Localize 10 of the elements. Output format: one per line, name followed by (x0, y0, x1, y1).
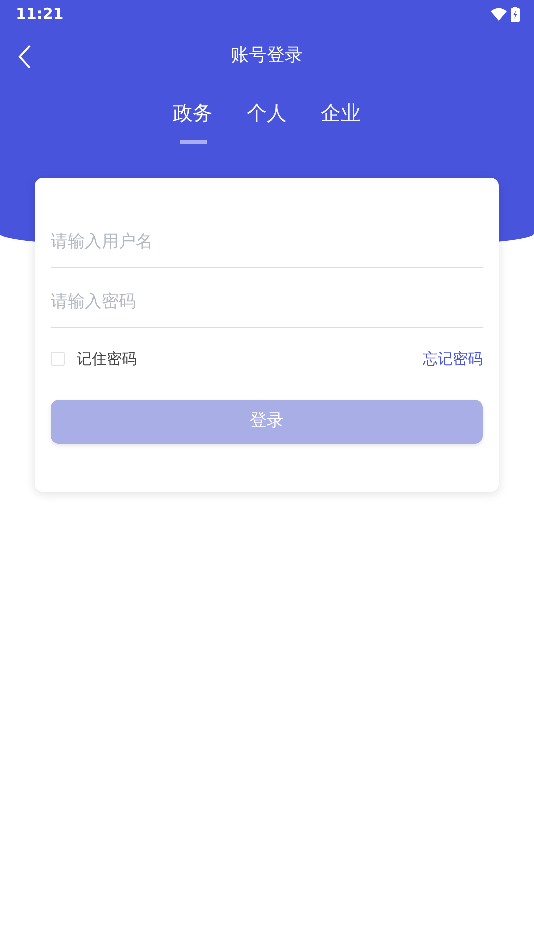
tab[interactable]: 个人 (247, 98, 287, 144)
remember-checkbox[interactable] (51, 352, 65, 366)
forgot-password-link[interactable]: 忘记密码 (423, 348, 483, 370)
status-time: 11:21 (16, 4, 64, 25)
tab[interactable]: 政务 (173, 98, 213, 144)
battery-icon (511, 6, 520, 22)
page-title: 账号登录 (231, 44, 303, 68)
remember-label: 记住密码 (77, 349, 137, 370)
wifi-icon (491, 8, 507, 20)
tab[interactable]: 企业 (321, 98, 361, 144)
